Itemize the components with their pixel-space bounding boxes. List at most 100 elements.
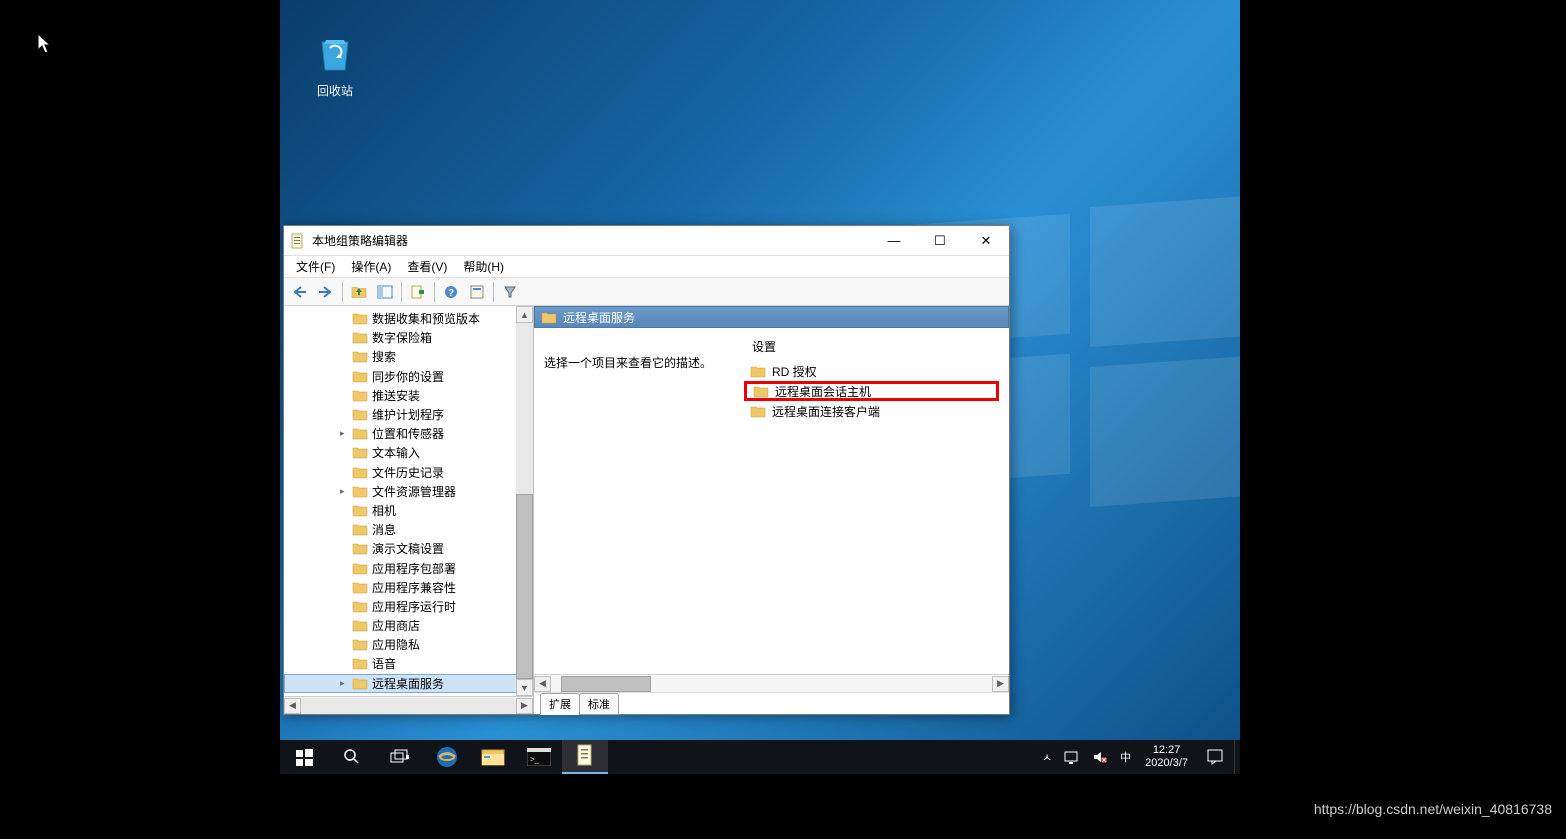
tab-extended[interactable]: 扩展 [540, 693, 580, 715]
tree-item-label: 数字保险箱 [372, 329, 432, 346]
tree-item[interactable]: 同步你的设置 [284, 367, 533, 386]
filter-button[interactable] [498, 280, 522, 304]
tree-item-label: 文件资源管理器 [372, 483, 456, 500]
app-icon [290, 233, 306, 249]
tree-item[interactable]: 位置和传感器 [284, 424, 533, 443]
detail-item[interactable]: 远程桌面连接客户端 [744, 401, 999, 421]
taskbar: >_ ㅅ 中 12:27 2020/3/7 [280, 740, 1240, 774]
detail-header: 远程桌面服务 [534, 306, 1009, 328]
back-button[interactable] [288, 280, 312, 304]
window-title: 本地组策略编辑器 [312, 232, 871, 249]
tray-ime-indicator[interactable]: 中 [1114, 740, 1137, 774]
tree-item[interactable]: 应用程序运行时 [284, 597, 533, 616]
watermark-url: https://blog.csdn.net/weixin_40816738 [1314, 801, 1552, 817]
tree-item-label: 相机 [372, 502, 396, 519]
tray-volume-icon[interactable] [1086, 740, 1114, 774]
tree-item[interactable]: 文件资源管理器 [284, 482, 533, 501]
system-tray: ㅅ 中 12:27 2020/3/7 [1036, 740, 1240, 774]
detail-item[interactable]: RD 授权 [744, 361, 999, 381]
task-view-button[interactable] [376, 740, 424, 774]
start-button[interactable] [280, 740, 328, 774]
tree-item-label: 数据收集和预览版本 [372, 310, 480, 327]
tree-item[interactable]: 应用程序兼容性 [284, 578, 533, 597]
tree-item-label: 应用商店 [372, 617, 420, 634]
tray-network-icon[interactable] [1058, 740, 1086, 774]
tree-item[interactable]: 相机 [284, 501, 533, 520]
tree-item-label: 应用隐私 [372, 636, 420, 653]
tree-item[interactable]: 消息 [284, 520, 533, 539]
detail-hint: 选择一个项目来查看它的描述。 [544, 336, 724, 371]
tree-item-label: 应用程序运行时 [372, 598, 456, 615]
detail-item-label: 远程桌面连接客户端 [772, 403, 880, 420]
detail-tabs: 扩展 标准 [534, 692, 1009, 714]
forward-button[interactable] [314, 280, 338, 304]
tree-item[interactable]: 文件历史记录 [284, 463, 533, 482]
show-hide-tree-button[interactable] [373, 280, 397, 304]
detail-pane: 远程桌面服务 选择一个项目来查看它的描述。 设置 RD 授权远程桌面会话主机远程… [534, 306, 1009, 714]
tree-vertical-scrollbar[interactable]: ▲ ▼ [516, 306, 533, 696]
tree-horizontal-scrollbar[interactable]: ◀▶ [284, 696, 533, 714]
notifications-button[interactable] [1196, 748, 1234, 766]
taskbar-ie-icon[interactable] [424, 740, 470, 774]
taskbar-clock[interactable]: 12:27 2020/3/7 [1137, 744, 1196, 770]
detail-horizontal-scrollbar[interactable]: ◀▶ [534, 674, 1009, 692]
taskbar-cmd-icon[interactable]: >_ [516, 740, 562, 774]
tree-item[interactable]: 推送安装 [284, 386, 533, 405]
tree-item-label: 应用程序兼容性 [372, 579, 456, 596]
tree-item-label: 维护计划程序 [372, 406, 444, 423]
tree-item[interactable]: 数字保险箱 [284, 328, 533, 347]
recycle-bin-icon[interactable]: 回收站 [298, 30, 372, 99]
close-button[interactable]: ✕ [963, 226, 1009, 255]
up-button[interactable] [347, 280, 371, 304]
detail-item-label: 远程桌面会话主机 [775, 383, 871, 400]
clock-time: 12:27 [1145, 744, 1188, 757]
menu-help[interactable]: 帮助(H) [455, 256, 512, 277]
tree-item[interactable]: 应用商店 [284, 616, 533, 635]
maximize-button[interactable]: ☐ [917, 226, 963, 255]
toolbar: ? [284, 278, 1009, 306]
detail-item[interactable]: 远程桌面会话主机 [744, 381, 999, 401]
export-button[interactable] [406, 280, 430, 304]
tree-item[interactable]: 维护计划程序 [284, 405, 533, 424]
taskbar-explorer-icon[interactable] [470, 740, 516, 774]
clock-date: 2020/3/7 [1145, 757, 1188, 770]
menu-file[interactable]: 文件(F) [288, 256, 343, 277]
tree-item[interactable]: 搜索 [284, 347, 533, 366]
help-button[interactable]: ? [439, 280, 463, 304]
tree-item[interactable]: 语音 [284, 654, 533, 673]
tab-standard[interactable]: 标准 [579, 693, 619, 715]
taskbar-gpedit-icon[interactable] [562, 740, 608, 774]
detail-header-title: 远程桌面服务 [563, 309, 635, 326]
tree-pane: 数据收集和预览版本数字保险箱搜索同步你的设置推送安装维护计划程序位置和传感器文本… [284, 306, 534, 714]
gpedit-window: 本地组策略编辑器 — ☐ ✕ 文件(F) 操作(A) 查看(V) 帮助(H) ?… [283, 225, 1010, 715]
mouse-cursor [38, 34, 54, 61]
tree-item-label: 远程桌面服务 [372, 675, 444, 692]
svg-text:>_: >_ [530, 755, 540, 764]
tray-chevron-icon[interactable]: ㅅ [1036, 740, 1058, 774]
tree-item[interactable]: 文本输入 [284, 443, 533, 462]
search-button[interactable] [328, 740, 376, 774]
menu-view[interactable]: 查看(V) [399, 256, 455, 277]
tree-item-label: 搜索 [372, 348, 396, 365]
menubar: 文件(F) 操作(A) 查看(V) 帮助(H) [284, 256, 1009, 278]
tree-item-label: 应用程序包部署 [372, 560, 456, 577]
tree-item-label: 同步你的设置 [372, 368, 444, 385]
tree-item-label: 语音 [372, 655, 396, 672]
tree-item[interactable]: 远程桌面服务 [284, 674, 533, 693]
recycle-bin-label: 回收站 [298, 82, 372, 99]
detail-list[interactable]: 设置 RD 授权远程桌面会话主机远程桌面连接客户端 [744, 336, 999, 674]
tree-item[interactable]: 数据收集和预览版本 [284, 309, 533, 328]
tree-item[interactable]: 应用隐私 [284, 635, 533, 654]
properties-button[interactable] [465, 280, 489, 304]
policy-tree[interactable]: 数据收集和预览版本数字保险箱搜索同步你的设置推送安装维护计划程序位置和传感器文本… [284, 306, 533, 693]
minimize-button[interactable]: — [871, 226, 917, 255]
column-header-setting[interactable]: 设置 [744, 336, 999, 361]
svg-text:?: ? [448, 288, 454, 299]
menu-action[interactable]: 操作(A) [343, 256, 399, 277]
tree-item[interactable]: 演示文稿设置 [284, 539, 533, 558]
show-desktop-button[interactable] [1234, 740, 1240, 774]
titlebar[interactable]: 本地组策略编辑器 — ☐ ✕ [284, 226, 1009, 256]
tree-item-label: 演示文稿设置 [372, 540, 444, 557]
tree-item-label: 位置和传感器 [372, 425, 444, 442]
tree-item[interactable]: 应用程序包部署 [284, 558, 533, 577]
